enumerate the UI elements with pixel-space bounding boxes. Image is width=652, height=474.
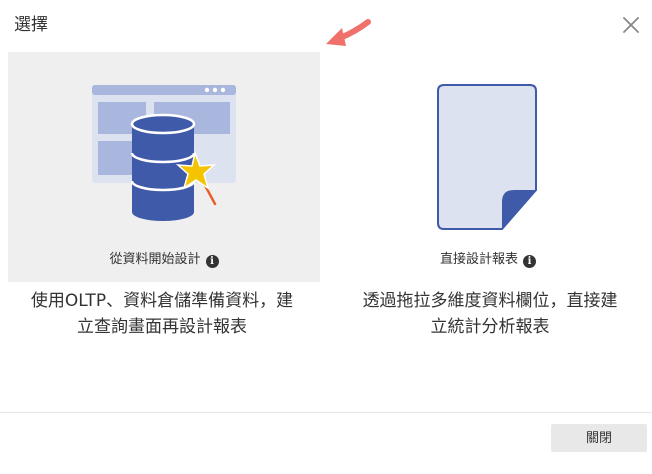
option-design-from-data[interactable]: 從資料開始設計 i: [8, 52, 320, 282]
description-line: 使用OLTP、資料倉儲準備資料，建: [30, 291, 294, 311]
description-line: 立查詢畫面再設計報表: [77, 317, 247, 337]
description-line: 立統計分析報表: [430, 317, 550, 337]
option-label-design-from-data: 從資料開始設計 i: [8, 250, 320, 270]
close-button[interactable]: 關閉: [551, 424, 647, 452]
option-label-design-report: 直接設計報表 i: [332, 250, 644, 270]
blank-document-icon: [437, 84, 537, 230]
option-title: 直接設計報表: [439, 252, 518, 267]
info-icon[interactable]: i: [205, 255, 219, 268]
dialog-title: 選擇: [14, 15, 48, 35]
choose-dialog: 選擇 從資料開始設計 i 直接設計報表 i 使用OLTP、資料倉儲準備資料，建 …: [0, 0, 652, 474]
close-icon[interactable]: [620, 14, 642, 36]
option-design-report-directly[interactable]: 直接設計報表 i: [332, 52, 644, 282]
arrow-pointer-icon: [326, 19, 371, 46]
database-wizard-icon: [92, 85, 236, 221]
footer-divider: [0, 412, 652, 413]
option-title: 從資料開始設計: [109, 252, 201, 267]
option-description-design-from-data: 使用OLTP、資料倉儲準備資料，建 立查詢畫面再設計報表: [2, 288, 322, 340]
info-icon[interactable]: i: [523, 255, 536, 268]
description-line: 透過拖拉多維度資料欄位，直接建: [362, 291, 618, 311]
option-description-design-report: 透過拖拉多維度資料欄位，直接建 立統計分析報表: [330, 288, 650, 340]
